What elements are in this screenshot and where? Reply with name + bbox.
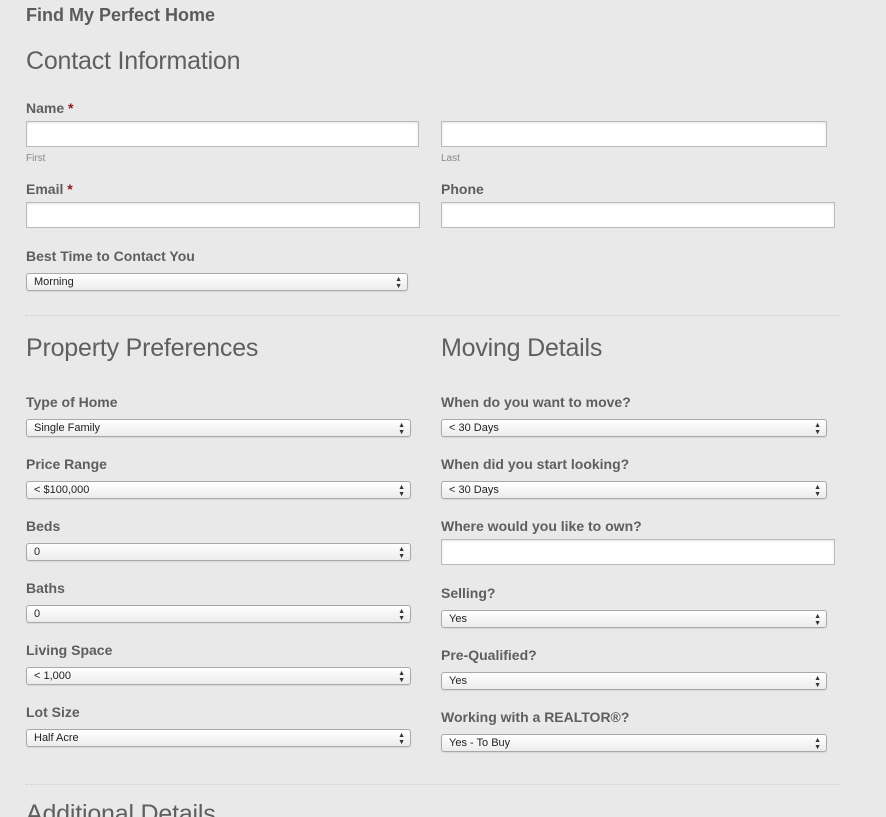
living-space-value: < 1,000 bbox=[34, 670, 72, 682]
home-search-form: Find My Perfect Home Contact Information… bbox=[0, 0, 886, 817]
select-arrows-icon: ▲ ▼ bbox=[814, 613, 821, 627]
when-move-select[interactable]: < 30 Days ▲ ▼ bbox=[441, 419, 827, 437]
section-divider bbox=[26, 315, 840, 316]
form-title: Find My Perfect Home bbox=[26, 5, 216, 25]
first-name-sublabel: First bbox=[26, 153, 46, 164]
beds-label: Beds bbox=[26, 518, 61, 534]
start-looking-select[interactable]: < 30 Days ▲ ▼ bbox=[441, 481, 827, 499]
price-range-label: Price Range bbox=[26, 456, 107, 472]
select-arrows-icon: ▲ ▼ bbox=[398, 484, 405, 498]
type-of-home-value: Single Family bbox=[34, 422, 101, 434]
select-arrows-icon: ▲ ▼ bbox=[814, 484, 821, 498]
select-arrows-icon: ▲ ▼ bbox=[814, 737, 821, 751]
start-looking-value: < 30 Days bbox=[449, 484, 499, 496]
email-label: Email * bbox=[26, 181, 73, 197]
best-time-value: Morning bbox=[34, 276, 74, 288]
when-move-value: < 30 Days bbox=[449, 422, 499, 434]
selling-select[interactable]: Yes ▲ ▼ bbox=[441, 610, 827, 628]
prequalified-select[interactable]: Yes ▲ ▼ bbox=[441, 672, 827, 690]
lot-size-value: Half Acre bbox=[34, 732, 79, 744]
best-time-select[interactable]: Morning ▲ ▼ bbox=[26, 273, 408, 291]
lot-size-select[interactable]: Half Acre ▲ ▼ bbox=[26, 729, 411, 747]
type-of-home-select[interactable]: Single Family ▲ ▼ bbox=[26, 419, 411, 437]
select-arrows-icon: ▲ ▼ bbox=[814, 422, 821, 436]
selling-value: Yes bbox=[449, 613, 467, 625]
selling-label: Selling? bbox=[441, 585, 496, 601]
lot-size-label: Lot Size bbox=[26, 704, 80, 720]
required-marker: * bbox=[67, 181, 73, 197]
select-arrows-icon: ▲ ▼ bbox=[398, 546, 405, 560]
section-divider bbox=[26, 784, 840, 785]
beds-select[interactable]: 0 ▲ ▼ bbox=[26, 543, 411, 561]
prequalified-value: Yes bbox=[449, 675, 467, 687]
baths-select[interactable]: 0 ▲ ▼ bbox=[26, 605, 411, 623]
select-arrows-icon: ▲ ▼ bbox=[814, 675, 821, 689]
price-range-select[interactable]: < $100,000 ▲ ▼ bbox=[26, 481, 411, 499]
last-name-input[interactable] bbox=[441, 121, 827, 147]
select-arrows-icon: ▲ ▼ bbox=[398, 608, 405, 622]
moving-heading: Moving Details bbox=[441, 334, 603, 362]
email-label-text: Email bbox=[26, 181, 64, 197]
email-input[interactable] bbox=[26, 202, 420, 228]
phone-label: Phone bbox=[441, 181, 484, 197]
select-arrows-icon: ▲ ▼ bbox=[398, 422, 405, 436]
beds-value: 0 bbox=[34, 546, 41, 558]
baths-value: 0 bbox=[34, 608, 41, 620]
baths-label: Baths bbox=[26, 580, 65, 596]
additional-heading: Additional Details bbox=[26, 800, 216, 817]
phone-input[interactable] bbox=[441, 202, 835, 228]
type-of-home-label: Type of Home bbox=[26, 394, 118, 410]
property-heading: Property Preferences bbox=[26, 334, 259, 362]
realtor-label: Working with a REALTOR®? bbox=[441, 709, 630, 725]
living-space-label: Living Space bbox=[26, 642, 113, 658]
select-arrows-icon: ▲ ▼ bbox=[395, 276, 402, 290]
realtor-select[interactable]: Yes - To Buy ▲ ▼ bbox=[441, 734, 827, 752]
contact-heading: Contact Information bbox=[26, 47, 241, 75]
select-arrows-icon: ▲ ▼ bbox=[398, 732, 405, 746]
last-name-sublabel: Last bbox=[441, 153, 460, 164]
where-own-label: Where would you like to own? bbox=[441, 518, 642, 534]
where-own-input[interactable] bbox=[441, 539, 835, 565]
required-marker: * bbox=[68, 100, 74, 116]
living-space-select[interactable]: < 1,000 ▲ ▼ bbox=[26, 667, 411, 685]
start-looking-label: When did you start looking? bbox=[441, 456, 630, 472]
price-range-value: < $100,000 bbox=[34, 484, 90, 496]
select-arrows-icon: ▲ ▼ bbox=[398, 670, 405, 684]
name-label: Name * bbox=[26, 100, 73, 116]
first-name-input[interactable] bbox=[26, 121, 419, 147]
best-time-label: Best Time to Contact You bbox=[26, 248, 195, 264]
realtor-value: Yes - To Buy bbox=[449, 737, 511, 749]
name-label-text: Name bbox=[26, 100, 65, 116]
when-move-label: When do you want to move? bbox=[441, 394, 631, 410]
prequalified-label: Pre-Qualified? bbox=[441, 647, 537, 663]
